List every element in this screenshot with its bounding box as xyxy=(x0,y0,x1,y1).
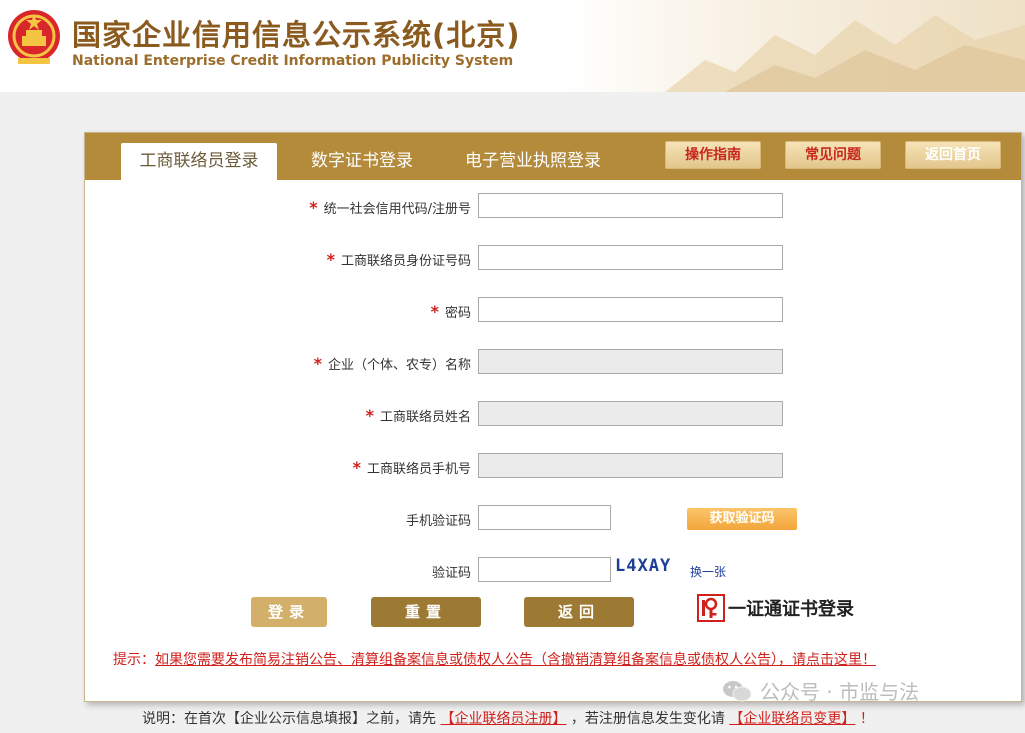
captcha-input[interactable] xyxy=(478,557,611,582)
site-title-cn: 国家企业信用信息公示系统(北京) xyxy=(72,18,521,52)
reset-button[interactable]: 重置 xyxy=(371,597,481,627)
login-panel: 工商联络员登录 数字证书登录 电子营业执照登录 操作指南 常见问题 返回首页 *… xyxy=(84,132,1022,702)
contact-register-link[interactable]: 【企业联络员注册】 xyxy=(440,711,566,727)
simple-cancellation-link[interactable]: 如果您需要发布简易注销公告、清算组备案信息或债权人公告（含撤销清算组备案信息或债… xyxy=(155,652,876,668)
tab-digital-cert-login[interactable]: 数字证书登录 xyxy=(297,143,427,180)
watermark: 公众号 · 市监与法 xyxy=(722,676,919,705)
row-enterprise-name: * 企业（个体、农专）名称 xyxy=(85,349,1021,375)
credit-code-label: * 统一社会信用代码/注册号 xyxy=(309,198,471,217)
footer-text-1: 说明：在首次【企业公示信息填报】之前，请先 xyxy=(142,711,436,727)
cert-key-icon xyxy=(697,594,725,622)
footer-text-3: ！ xyxy=(859,711,874,727)
row-contact-name: * 工商联络员姓名 xyxy=(85,401,1021,427)
enterprise-name-label: * 企业（个体、农专）名称 xyxy=(313,354,471,373)
sms-code-input[interactable] xyxy=(478,505,611,530)
password-label: * 密码 xyxy=(430,302,471,321)
row-contact-phone: * 工商联络员手机号 xyxy=(85,453,1021,479)
back-button[interactable]: 返回 xyxy=(524,597,634,627)
password-input[interactable] xyxy=(478,297,783,322)
captcha-label: 验证码 xyxy=(431,566,471,581)
captcha-image[interactable]: L4XAY xyxy=(615,556,685,582)
cert-login-label: 一证通证书登录 xyxy=(728,599,854,620)
guide-button[interactable]: 操作指南 xyxy=(665,141,761,169)
notice-prefix: 提示： xyxy=(113,652,155,668)
mountain-decoration-icon xyxy=(665,15,1025,92)
contact-change-link[interactable]: 【企业联络员变更】 xyxy=(729,711,855,727)
contact-name-input[interactable] xyxy=(478,401,783,426)
watermark-text: 公众号 · 市监与法 xyxy=(760,680,920,704)
footer-text-2: ，若注册信息发生变化请 xyxy=(570,711,725,727)
site-title-en: National Enterprise Credit Information P… xyxy=(72,53,514,69)
id-number-label: * 工商联络员身份证号码 xyxy=(326,250,471,269)
sms-code-label: 手机验证码 xyxy=(405,514,471,529)
get-sms-code-button[interactable]: 获取验证码 xyxy=(687,508,797,530)
row-sms-code: 手机验证码 xyxy=(85,505,1021,531)
contact-phone-label: * 工商联络员手机号 xyxy=(352,458,471,477)
notice-text: 提示：如果您需要发布简易注销公告、清算组备案信息或债权人公告（含撤销清算组备案信… xyxy=(113,649,876,669)
wechat-icon xyxy=(723,680,752,701)
row-captcha: 验证码 xyxy=(85,557,1021,583)
login-tab-bar: 工商联络员登录 数字证书登录 电子营业执照登录 操作指南 常见问题 返回首页 xyxy=(85,133,1021,180)
enterprise-name-input[interactable] xyxy=(478,349,783,374)
home-button[interactable]: 返回首页 xyxy=(905,141,1001,169)
id-number-input[interactable] xyxy=(478,245,783,270)
contact-phone-input[interactable] xyxy=(478,453,783,478)
tab-contact-login[interactable]: 工商联络员登录 xyxy=(121,143,277,180)
contact-name-label: * 工商联络员姓名 xyxy=(365,406,471,425)
row-credit-code: * 统一社会信用代码/注册号 xyxy=(85,193,1021,219)
footer-note: 说明：在首次【企业公示信息填报】之前，请先 【企业联络员注册】 ，若注册信息发生… xyxy=(142,708,874,728)
credit-code-input[interactable] xyxy=(478,193,783,218)
cert-login-link[interactable]: 一证通证书登录 xyxy=(697,593,854,623)
site-header: 国家企业信用信息公示系统(北京) National Enterprise Cre… xyxy=(0,0,1025,92)
row-id-number: * 工商联络员身份证号码 xyxy=(85,245,1021,271)
row-password: * 密码 xyxy=(85,297,1021,323)
faq-button[interactable]: 常见问题 xyxy=(785,141,881,169)
national-emblem-icon xyxy=(8,10,60,64)
login-button[interactable]: 登录 xyxy=(251,597,327,627)
captcha-refresh-link[interactable]: 换一张 xyxy=(690,563,726,580)
tab-e-license-login[interactable]: 电子营业执照登录 xyxy=(453,143,613,180)
